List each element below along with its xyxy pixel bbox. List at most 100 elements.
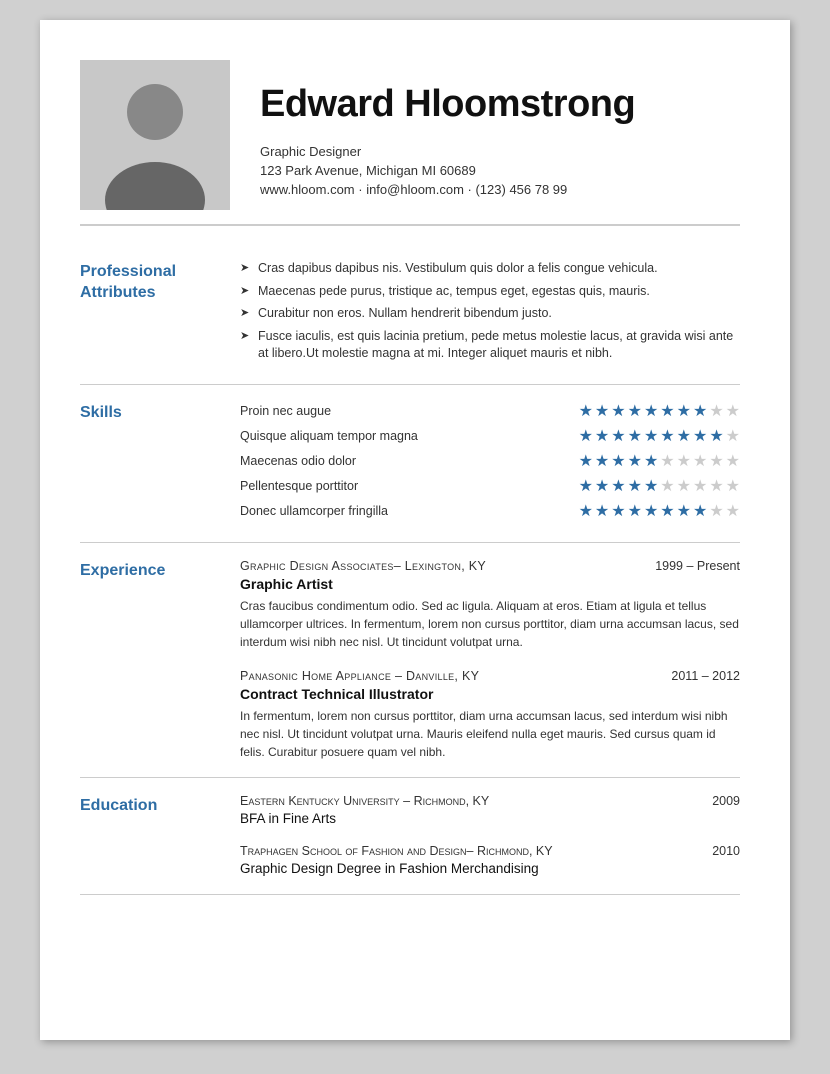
filled-star: ★ [693,401,707,421]
experience-section: Experience Graphic Design Associates– Le… [80,543,740,778]
filled-star: ★ [595,401,609,421]
filled-star: ★ [579,401,593,421]
attribute-item: Cras dapibus dapibus nis. Vestibulum qui… [240,260,740,278]
exp-dates: 1999 – Present [655,559,740,573]
filled-star: ★ [579,476,593,496]
empty-star: ★ [726,476,740,496]
skills-label: Skills [80,401,240,526]
empty-star: ★ [709,501,723,521]
filled-star: ★ [709,426,723,446]
education-label: Education [80,794,240,878]
avatar [80,60,230,210]
header-info: Edward Hloomstrong Graphic Designer 123 … [260,60,635,210]
skill-row: Maecenas odio dolor★★★★★★★★★★ [240,451,740,471]
professional-content: Cras dapibus dapibus nis. Vestibulum qui… [240,260,740,368]
education-section: Education Eastern Kentucky University – … [80,778,740,895]
empty-star: ★ [726,451,740,471]
filled-star: ★ [611,476,625,496]
professional-label: ProfessionalAttributes [80,260,240,368]
filled-star: ★ [595,501,609,521]
filled-star: ★ [693,426,707,446]
edu-header-row: Traphagen School of Fashion and Design– … [240,844,740,858]
edu-year: 2009 [712,794,740,808]
filled-star: ★ [677,426,691,446]
edu-header-row: Eastern Kentucky University – Richmond, … [240,794,740,808]
edu-school: Traphagen School of Fashion and Design– … [240,844,553,858]
filled-star: ★ [644,451,658,471]
exp-company: Panasonic Home Appliance – Danville, KY [240,669,479,683]
edu-school: Eastern Kentucky University – Richmond, … [240,794,489,808]
empty-star: ★ [726,401,740,421]
filled-star: ★ [579,501,593,521]
empty-star: ★ [677,476,691,496]
filled-star: ★ [611,451,625,471]
candidate-name: Edward Hloomstrong [260,83,635,126]
education-entry: Eastern Kentucky University – Richmond, … [240,794,740,826]
skill-name: Proin nec augue [240,404,579,418]
filled-star: ★ [660,426,674,446]
exp-dates: 2011 – 2012 [671,669,740,683]
header-section: Edward Hloomstrong Graphic Designer 123 … [80,60,740,226]
exp-title: Graphic Artist [240,576,740,592]
filled-star: ★ [611,401,625,421]
empty-star: ★ [677,451,691,471]
filled-star: ★ [628,476,642,496]
skills-table: Proin nec augue★★★★★★★★★★Quisque aliquam… [240,401,740,521]
experience-label: Experience [80,559,240,761]
skill-stars: ★★★★★★★★★★ [579,426,740,446]
attributes-list: Cras dapibus dapibus nis. Vestibulum qui… [240,260,740,363]
education-content: Eastern Kentucky University – Richmond, … [240,794,740,878]
filled-star: ★ [579,426,593,446]
education-entry: Traphagen School of Fashion and Design– … [240,844,740,876]
empty-star: ★ [709,401,723,421]
filled-star: ★ [611,426,625,446]
empty-star: ★ [709,451,723,471]
skill-stars: ★★★★★★★★★★ [579,451,740,471]
exp-title: Contract Technical Illustrator [240,686,740,702]
skills-section: Skills Proin nec augue★★★★★★★★★★Quisque … [80,385,740,543]
skill-name: Quisque aliquam tempor magna [240,429,579,443]
filled-star: ★ [677,501,691,521]
empty-star: ★ [726,426,740,446]
empty-star: ★ [693,476,707,496]
experience-entry: Panasonic Home Appliance – Danville, KY 2… [240,669,740,761]
skill-stars: ★★★★★★★★★★ [579,501,740,521]
filled-star: ★ [660,401,674,421]
filled-star: ★ [595,476,609,496]
exp-header-row: Panasonic Home Appliance – Danville, KY 2… [240,669,740,683]
filled-star: ★ [677,401,691,421]
attribute-item: Fusce iaculis, est quis lacinia pretium,… [240,328,740,363]
exp-header-row: Graphic Design Associates– Lexington, KY… [240,559,740,573]
exp-description: Cras faucibus condimentum odio. Sed ac l… [240,597,740,651]
empty-star: ★ [660,476,674,496]
empty-star: ★ [726,501,740,521]
skill-name: Donec ullamcorper fringilla [240,504,579,518]
filled-star: ★ [628,401,642,421]
skill-name: Pellentesque porttitor [240,479,579,493]
filled-star: ★ [644,426,658,446]
skill-row: Quisque aliquam tempor magna★★★★★★★★★★ [240,426,740,446]
attribute-item: Maecenas pede purus, tristique ac, tempu… [240,283,740,301]
professional-attributes-section: ProfessionalAttributes Cras dapibus dapi… [80,244,740,385]
filled-star: ★ [628,501,642,521]
experience-content: Graphic Design Associates– Lexington, KY… [240,559,740,761]
skills-content: Proin nec augue★★★★★★★★★★Quisque aliquam… [240,401,740,526]
exp-company: Graphic Design Associates– Lexington, KY [240,559,486,573]
exp-description: In fermentum, lorem non cursus porttitor… [240,707,740,761]
filled-star: ★ [644,501,658,521]
skill-name: Maecenas odio dolor [240,454,579,468]
filled-star: ★ [693,501,707,521]
candidate-contact: www.hloom.com · info@hloom.com · (123) 4… [260,182,635,197]
edu-year: 2010 [712,844,740,858]
filled-star: ★ [628,426,642,446]
resume-page: Edward Hloomstrong Graphic Designer 123 … [40,20,790,1040]
skill-row: Proin nec augue★★★★★★★★★★ [240,401,740,421]
skill-row: Donec ullamcorper fringilla★★★★★★★★★★ [240,501,740,521]
candidate-title: Graphic Designer [260,144,635,159]
attribute-item: Curabitur non eros. Nullam hendrerit bib… [240,305,740,323]
filled-star: ★ [579,451,593,471]
filled-star: ★ [611,501,625,521]
skill-stars: ★★★★★★★★★★ [579,401,740,421]
skill-stars: ★★★★★★★★★★ [579,476,740,496]
edu-degree: BFA in Fine Arts [240,811,740,826]
